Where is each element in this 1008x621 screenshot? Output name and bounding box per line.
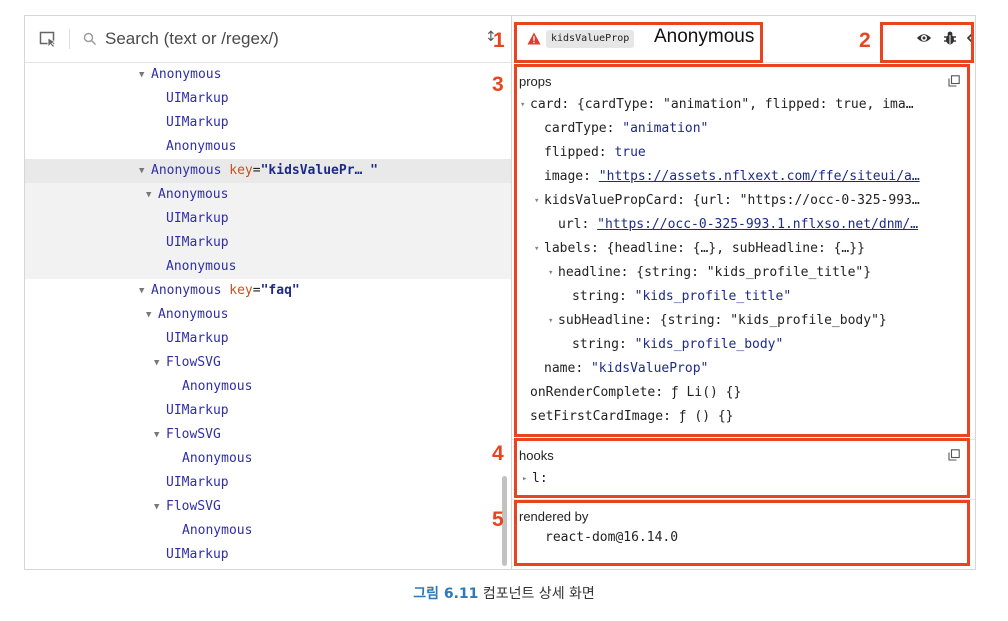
expand-arrow-icon[interactable]: ▼ xyxy=(154,351,166,375)
key-attr-value: kidsValuePr… xyxy=(268,163,371,178)
component-tree: ▼ Anonymous UIMarkup UIMarkup Anonymous ▼ Anon… xyxy=(25,63,511,567)
tree-node[interactable]: ▼ Anonymous key="kidsValuePr… " xyxy=(25,159,511,183)
component-label: Anonymous xyxy=(182,451,253,466)
component-label: UIMarkup xyxy=(166,211,229,226)
tree-node[interactable]: UIMarkup xyxy=(25,471,511,495)
annotation-number-3: 3 xyxy=(492,73,504,96)
component-label: UIMarkup xyxy=(166,547,229,562)
component-label: UIMarkup xyxy=(166,331,229,346)
component-label: Anonymous xyxy=(151,283,222,298)
toolbar-divider xyxy=(69,29,70,49)
tree-search-bar: ↕ xyxy=(25,16,511,63)
annotation-number-4: 4 xyxy=(492,442,504,465)
component-label: UIMarkup xyxy=(166,403,229,418)
component-label: Anonymous xyxy=(158,187,229,202)
tree-node[interactable]: Anonymous xyxy=(25,519,511,543)
search-icon xyxy=(83,32,96,45)
tree-node[interactable]: ▼ Anonymous xyxy=(25,183,511,207)
annotation-box-3 xyxy=(514,64,970,437)
key-attr-name: key xyxy=(229,163,253,178)
component-label: FlowSVG xyxy=(166,355,221,370)
component-tree-panel: ↕ ▼AnonymousUIMarkupUIMarkupAnonymous▼An… xyxy=(25,16,512,569)
tree-node[interactable]: Anonymous xyxy=(25,447,511,471)
expand-arrow-icon[interactable]: ▼ xyxy=(139,279,151,303)
component-label: Anonymous xyxy=(182,523,253,538)
tree-node[interactable]: UIMarkup xyxy=(25,87,511,111)
tree-node[interactable]: UIMarkup xyxy=(25,231,511,255)
tree-node[interactable]: ▼ Anonymous key="faq" xyxy=(25,279,511,303)
component-label: UIMarkup xyxy=(166,475,229,490)
expand-arrow-icon[interactable]: ▼ xyxy=(146,183,158,207)
caption-label: 그림 6.11 xyxy=(413,586,479,602)
annotation-box-2 xyxy=(880,22,974,63)
tree-node[interactable]: ▼ FlowSVG xyxy=(25,351,511,375)
component-label: Anonymous xyxy=(182,379,253,394)
tree-node[interactable]: UIMarkup xyxy=(25,327,511,351)
component-label: UIMarkup xyxy=(166,115,229,130)
component-label: Anonymous xyxy=(151,67,222,82)
component-label: Anonymous xyxy=(158,307,229,322)
annotation-number-5: 5 xyxy=(492,508,504,531)
component-label: FlowSVG xyxy=(166,427,221,442)
expand-arrow-icon[interactable]: ▼ xyxy=(146,303,158,327)
annotation-box-4 xyxy=(514,438,970,498)
tree-node[interactable]: Anonymous xyxy=(25,255,511,279)
component-label: Anonymous xyxy=(151,163,222,178)
key-attr-name: key xyxy=(229,283,253,298)
tree-node[interactable]: UIMarkup xyxy=(25,207,511,231)
tree-node[interactable]: Anonymous xyxy=(25,135,511,159)
tree-node[interactable]: Anonymous xyxy=(25,375,511,399)
component-label: Anonymous xyxy=(166,139,237,154)
tree-node[interactable]: UIMarkup xyxy=(25,399,511,423)
caption-text: 컴포넌트 상세 화면 xyxy=(478,586,595,602)
expand-arrow-icon[interactable]: ▼ xyxy=(154,423,166,447)
component-label: UIMarkup xyxy=(166,91,229,106)
component-label: Anonymous xyxy=(166,259,237,274)
expand-arrow-icon[interactable]: ▼ xyxy=(154,495,166,519)
expand-arrow-icon[interactable]: ▼ xyxy=(139,159,151,183)
component-label: FlowSVG xyxy=(166,499,221,514)
search-input[interactable] xyxy=(105,26,485,52)
component-label: UIMarkup xyxy=(166,235,229,250)
element-picker-icon[interactable] xyxy=(39,30,57,48)
tree-node[interactable]: UIMarkup xyxy=(25,543,511,567)
tree-node[interactable]: ▼ Anonymous xyxy=(25,303,511,327)
expand-arrow-icon[interactable]: ▼ xyxy=(139,63,151,87)
tree-node[interactable]: ▼ Anonymous xyxy=(25,63,511,87)
annotation-box-5 xyxy=(514,500,970,566)
figure-caption: 그림 6.11 컴포넌트 상세 화면 xyxy=(0,583,1008,603)
tree-node[interactable]: UIMarkup xyxy=(25,111,511,135)
annotation-box-1 xyxy=(514,22,763,63)
annotation-number-2: 2 xyxy=(859,29,871,52)
key-attr-value: faq xyxy=(268,283,292,298)
tree-node[interactable]: ▼ FlowSVG xyxy=(25,423,511,447)
tree-node[interactable]: ▼ FlowSVG xyxy=(25,495,511,519)
annotation-number-1: 1 xyxy=(493,29,505,52)
